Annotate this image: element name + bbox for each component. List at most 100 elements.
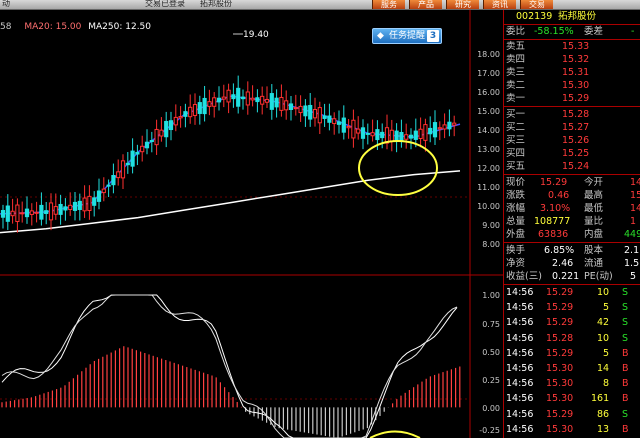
tick-row: 14:56 15.30 13 B (504, 423, 640, 436)
stat-row: 涨幅 3.10% 最低 14 (504, 202, 640, 215)
stat-value: 0.46 (548, 190, 570, 201)
axis-label: 13.00 (477, 145, 500, 154)
buy-label: 买四 (506, 148, 526, 159)
ma250-label: MA250: 12.50 (88, 22, 152, 32)
tick-volume: 10 (597, 332, 610, 344)
stat-value: 5 (630, 271, 637, 282)
candle-body (0, 210, 6, 218)
candle-body (255, 97, 260, 103)
menu-service[interactable]: 服务 (372, 0, 405, 9)
candle-body (351, 119, 356, 139)
candle-body (418, 128, 423, 140)
buy-label: 买三 (506, 135, 526, 146)
tick-price: 15.29 (546, 287, 574, 298)
candle-body (322, 115, 327, 119)
candle-body (226, 89, 231, 103)
stat-label: 股本 (584, 245, 604, 256)
candle-body (5, 205, 10, 222)
stat-row: 现价 15.29 今开 14 (504, 176, 640, 189)
dif-line (1, 294, 458, 438)
candle-body (250, 97, 255, 101)
candle-body (149, 140, 154, 143)
candle-body (274, 97, 279, 108)
candle-body (293, 107, 298, 110)
tick-row: 14:56 15.29 10 S (504, 286, 640, 299)
tick-time: 14:56 (506, 287, 534, 298)
candle-body (231, 94, 236, 100)
candle-body (380, 131, 385, 139)
tick-side: B (622, 378, 629, 390)
tick-side: B (622, 347, 629, 359)
axis-label: 12.00 (477, 164, 500, 173)
candle-body (308, 104, 313, 120)
candle-body (44, 210, 49, 214)
stat-label: 流通 (584, 258, 604, 269)
stat-label: 外盘 (506, 229, 526, 240)
stat-label: 涨幅 (506, 203, 526, 214)
stat-label: 涨跌 (506, 190, 526, 201)
sell-label: 卖四 (506, 54, 526, 65)
candle-body (312, 109, 318, 119)
buy-row: 买五 15.24 (504, 160, 640, 173)
stat-row: 总量 108777 量比 1 (504, 215, 640, 228)
tick-row: 14:56 15.30 14 B (504, 362, 640, 375)
candle-body (77, 200, 82, 210)
candle-body (394, 130, 399, 142)
candle-body (173, 116, 178, 126)
ma-legend: 58 MA20: 15.00 MA250: 12.50 (0, 22, 151, 32)
stat-value: 63836 (538, 229, 569, 240)
candle-body (432, 122, 438, 138)
buy-price: 15.26 (562, 135, 590, 146)
candle-body (389, 129, 394, 142)
tick-price: 15.29 (546, 302, 574, 314)
stat-label: 收益(三) (506, 271, 542, 282)
menu-research[interactable]: 研究 (446, 0, 479, 9)
buy-label: 买一 (506, 109, 526, 120)
candle-body (164, 120, 169, 138)
candle-body (370, 132, 375, 137)
candle-body (447, 121, 452, 130)
tick-price: 15.29 (546, 408, 574, 420)
candle-body (346, 125, 351, 129)
candle-body (365, 132, 370, 135)
tick-volume: 10 (597, 287, 610, 298)
stock-title: 拓邦股份 (200, 0, 232, 8)
tick-volume: 5 (603, 302, 610, 314)
tick-side: S (622, 408, 629, 420)
tick-side: S (622, 287, 629, 298)
stock-name: 拓邦股份 (558, 11, 597, 22)
candle-body (192, 104, 198, 116)
menu-news[interactable]: 资讯 (483, 0, 516, 9)
tick-volume: 5 (603, 347, 610, 359)
candle-body (15, 204, 20, 223)
sell-label: 卖五 (506, 41, 526, 52)
candle-body (48, 202, 54, 221)
stat-label: 净资 (506, 258, 526, 269)
kline-chart-area[interactable]: 58 MA20: 15.00 MA250: 12.50 19.40 ◆ 任务提醒… (0, 10, 503, 438)
buy-row: 买四 15.25 (504, 147, 640, 160)
stat2-row: 换手 6.85% 股本 2.1 (504, 244, 640, 257)
stat-label: 量比 (584, 216, 604, 227)
candle-body (24, 208, 30, 218)
candle-body (120, 160, 126, 179)
menu-product[interactable]: 产品 (409, 0, 442, 9)
candle-body (72, 201, 78, 211)
candle-body (437, 127, 442, 130)
stat-value: 1.5 (624, 258, 640, 269)
candle-body (298, 105, 303, 114)
sell-price: 15.33 (562, 41, 590, 52)
candle-body (240, 96, 246, 100)
candle-body (20, 212, 25, 215)
candle-body (284, 100, 289, 111)
candle-body (336, 121, 342, 125)
candle-body (269, 93, 274, 110)
task-reminder-popup[interactable]: ◆ 任务提醒 3 (372, 28, 442, 44)
candle-body (10, 210, 15, 217)
candle-body (178, 116, 183, 119)
sell-label: 卖三 (506, 67, 526, 78)
buy-price: 15.27 (562, 122, 590, 133)
axis-label: 8.00 (482, 240, 500, 249)
stat-row: 外盘 63836 内盘 449 (504, 228, 640, 241)
stat-value: 0.221 (552, 271, 580, 282)
menu-trade[interactable]: 交易 (520, 0, 553, 9)
